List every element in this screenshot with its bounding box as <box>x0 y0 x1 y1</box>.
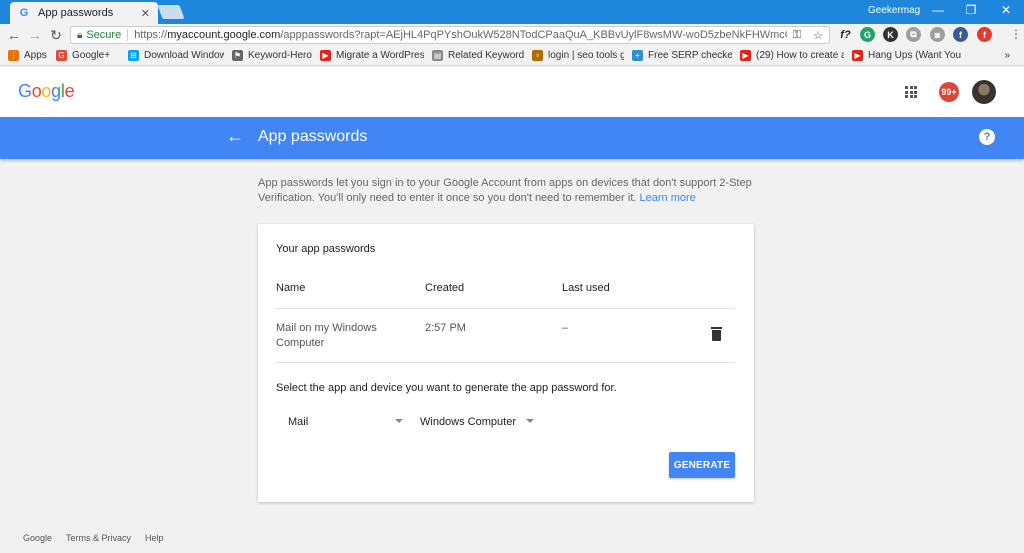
back-arrow-icon[interactable]: ← <box>226 126 244 147</box>
google-logo[interactable]: Google <box>18 81 75 102</box>
bookmark-label: login | seo tools gro <box>548 50 624 61</box>
profile-name[interactable]: Geekermag <box>868 5 920 16</box>
row-last-used: – <box>562 322 569 334</box>
windows-icon: ⊞ <box>128 50 139 61</box>
google-apps-icon[interactable] <box>905 86 917 98</box>
bookmark-item[interactable]: ⊞ Download Windows <box>128 50 224 61</box>
youtube-icon: ▶ <box>740 50 751 61</box>
bookmark-label: Hang Ups (Want You <box>868 50 962 61</box>
bookmark-label: (29) How to create a <box>756 50 844 61</box>
feedly-icon[interactable]: f <box>977 27 992 42</box>
bookmark-item[interactable]: ⋮ Apps <box>8 50 48 61</box>
serp-icon: + <box>632 50 643 61</box>
row-created: 2:57 PM <box>425 322 466 334</box>
grammarly-icon[interactable]: G <box>860 27 875 42</box>
bookmark-label: Google+ <box>72 50 111 61</box>
bookmark-label: Migrate a WordPress <box>336 50 424 61</box>
bookmark-label: Apps <box>24 50 47 61</box>
generate-button[interactable]: GENERATE <box>669 452 735 478</box>
seo-tools-icon: ♀ <box>532 50 543 61</box>
tab-app-passwords[interactable]: G App passwords ✕ <box>10 2 158 24</box>
page-icon: ▤ <box>432 50 443 61</box>
bookmark-item[interactable]: ▶ Migrate a WordPress <box>320 50 424 61</box>
bookmark-label: Free SERP checker - <box>648 50 732 61</box>
tab-title: App passwords <box>38 7 114 19</box>
facebook-icon[interactable]: f <box>953 27 968 42</box>
bookmark-item[interactable]: ♀ login | seo tools gro <box>532 50 624 61</box>
browser-toolbar: ← → ↻ 🔒︎ Secure https://myaccount.google… <box>0 24 1024 46</box>
key-icon[interactable]: ⚿ <box>793 29 801 42</box>
youtube-icon: ▶ <box>852 50 863 61</box>
column-header-created: Created <box>425 282 465 294</box>
secure-label: Secure <box>86 29 122 41</box>
column-header-last-used: Last used <box>562 282 610 294</box>
forward-icon[interactable]: → <box>27 27 43 43</box>
bookmark-label: Download Windows <box>144 50 224 61</box>
address-bar[interactable]: 🔒︎ Secure https://myaccount.google.com/a… <box>70 26 830 44</box>
select-app-value: Mail <box>288 416 309 428</box>
k-icon[interactable]: K <box>883 27 898 42</box>
bookmark-item[interactable]: ▶ (29) How to create a <box>740 50 844 61</box>
bookmark-label: Keyword-Hero <box>248 50 312 61</box>
bookmark-item[interactable]: ▶ Hang Ups (Want You <box>852 50 962 61</box>
tab-close-icon[interactable]: ✕ <box>141 7 150 20</box>
camera-icon[interactable]: ◙ <box>930 27 945 42</box>
footer-link-help[interactable]: Help <box>145 533 164 543</box>
bookmarks-list: ⋮ Apps G Google+ ⊞ Download Windows ⚑ Keyword-H… <box>0 50 990 61</box>
new-tab-button[interactable] <box>157 5 185 19</box>
apps-grid-icon: ⋮ <box>8 50 19 61</box>
keyword-hero-icon: ⚑ <box>232 50 243 61</box>
bookmarks-overflow-icon[interactable]: » <box>1004 50 1010 61</box>
restore-icon[interactable]: ❐ <box>961 3 981 17</box>
avatar[interactable] <box>972 80 996 104</box>
bookmark-item[interactable]: + Free SERP checker - <box>632 50 732 61</box>
copy-icon[interactable]: ⧉ <box>906 27 921 42</box>
card-title: Your app passwords <box>276 243 376 255</box>
close-window-icon[interactable]: ✕ <box>996 3 1016 17</box>
address-separator <box>127 29 129 41</box>
browser-tab-strip: G App passwords ✕ Geekermag — ❐ ✕ <box>0 0 1024 24</box>
url-text[interactable]: https://myaccount.google.com/apppassword… <box>134 29 787 41</box>
google-plus-icon: G <box>56 50 67 61</box>
app-bar: ← App passwords ? <box>0 117 1024 159</box>
header-divider <box>276 308 735 309</box>
bookmark-item[interactable]: ▤ Related Keywords <box>432 50 524 61</box>
select-prompt: Select the app and device you want to ge… <box>276 382 617 394</box>
select-app-chevron-down-icon[interactable] <box>395 419 403 423</box>
bookmark-item[interactable]: G Google+ <box>56 50 120 61</box>
youtube-icon: ▶ <box>320 50 331 61</box>
footer-link-google[interactable]: Google <box>23 533 52 543</box>
back-icon[interactable]: ← <box>6 27 22 43</box>
footer-link-terms-privacy[interactable]: Terms & Privacy <box>66 533 131 543</box>
page-title: App passwords <box>258 128 368 145</box>
help-icon[interactable]: ? <box>979 129 995 145</box>
notifications-badge[interactable]: 99+ <box>939 82 959 102</box>
row-name: Mail on my Windows Computer <box>276 322 377 349</box>
google-header: Google 99+ <box>0 67 1024 117</box>
bookmark-item[interactable]: ⚑ Keyword-Hero <box>232 50 312 61</box>
lock-icon: 🔒︎ <box>77 29 83 41</box>
select-app-dropdown[interactable]: Mail <box>288 414 406 430</box>
column-header-name: Name <box>276 282 306 294</box>
google-favicon-icon: G <box>19 7 29 19</box>
browser-menu-icon[interactable]: ⋮ <box>1010 27 1022 41</box>
reload-icon[interactable]: ↻ <box>48 27 64 43</box>
fx-icon[interactable]: f? <box>838 27 853 42</box>
minimize-icon[interactable]: — <box>928 3 948 17</box>
learn-more-link[interactable]: Learn more <box>640 192 696 204</box>
select-device-value: Windows Computer <box>420 416 516 428</box>
delete-trash-icon[interactable] <box>711 327 722 341</box>
select-device-chevron-down-icon[interactable] <box>526 419 534 423</box>
bookmark-star-icon[interactable]: ☆ <box>813 29 823 42</box>
select-device-dropdown[interactable]: Windows Computer <box>420 414 538 430</box>
intro-text: App passwords let you sign in to your Go… <box>258 176 758 206</box>
bookmark-label: Related Keywords <box>448 50 524 61</box>
row-divider <box>276 362 735 363</box>
app-passwords-card: Your app passwords Name Created Last use… <box>258 224 754 502</box>
bookmarks-bar: ⋮ Apps G Google+ ⊞ Download Windows ⚑ Keyword-H… <box>0 46 1024 66</box>
